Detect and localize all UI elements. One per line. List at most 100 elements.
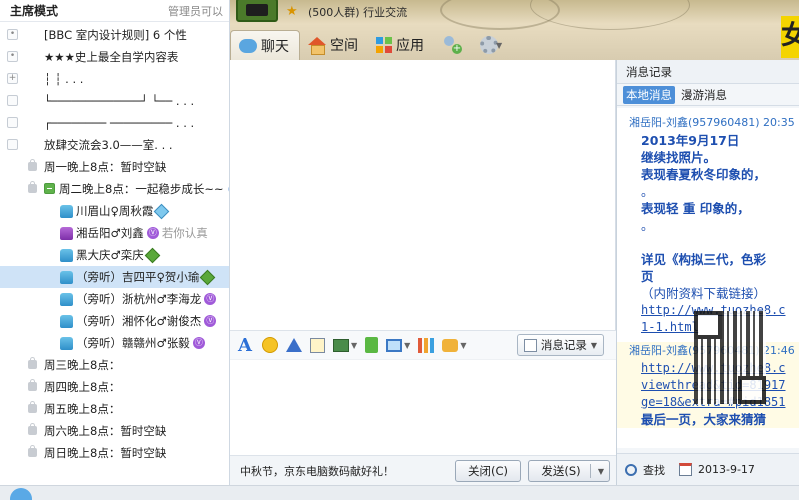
list-item[interactable]: 周一晚上8点：暂时空缺 [0,156,229,178]
emoji-icon[interactable] [262,337,278,353]
message-icon[interactable] [442,338,459,352]
list-item[interactable]: 周五晚上8点： [0,398,229,420]
tab-label: 应用 [396,38,424,54]
list-item[interactable]: • [BBC 室内设计规则] 6 个性 [0,24,229,46]
member-name: 川眉山♀周秋霞 [76,204,154,218]
member-row[interactable]: 湘岳阳♂刘鑫 Ⓥ 若你认真 [0,222,229,244]
member-name: （旁听）赣赣州♂张毅 [76,336,190,350]
note-icon[interactable] [310,337,325,353]
chevron-down-icon[interactable]: ▼ [404,341,410,350]
member-row[interactable]: 川眉山♀周秋霞 [0,200,229,222]
tab-chat[interactable]: 聊天 [230,30,300,60]
row-text: [BBC 室内设计规则] 6 个性 [44,28,187,42]
qq-logo-icon [10,488,32,500]
diamond-badge-icon [200,269,216,285]
member-tree: • [BBC 室内设计规则] 6 个性 • ★★★史上最全自学内容表 + ┆ ┆ . . … [0,24,229,464]
row-text: 周五晚上8点： [44,402,121,416]
tab-label: 空间 [330,38,358,54]
collapse-icon[interactable] [44,183,55,194]
mode-label[interactable]: 主席模式 [10,2,58,19]
tab-add-member[interactable] [434,30,472,60]
row-text: 周四晚上8点： [44,380,121,394]
list-item[interactable]: • ★★★史上最全自学内容表 [0,46,229,68]
chevron-down-icon[interactable]: ▼ [351,341,357,350]
tab-local-messages[interactable]: 本地消息 [623,85,675,104]
star-icon: ★ [286,4,298,19]
member-row[interactable]: 黑大庆♂栾庆 [0,244,229,266]
tab-apps[interactable]: 应用 [368,30,434,60]
image-icon[interactable] [333,338,349,352]
promo-link[interactable]: 中秋节，京东电脑数码献好礼！ [240,463,394,479]
member-row[interactable]: （旁听）湘怀化♂谢俊杰 Ⓥ [0,310,229,332]
banner-ad[interactable]: 女 [781,16,799,58]
vip-icon: Ⓥ [204,293,217,305]
list-item-label: 周六晚上8点：暂时空缺 [44,423,166,439]
chevron-down-icon: ▼ [496,40,503,50]
list-item[interactable]: + ┆ ┆ . . . [0,68,229,90]
member-row[interactable]: （旁听）浙杭州♂李海龙 Ⓥ [0,288,229,310]
calendar-icon[interactable] [679,463,692,476]
font-icon[interactable]: A [236,335,254,356]
member-entry: （旁听）湘怀化♂谢俊杰 Ⓥ [60,313,217,329]
screenshot-icon[interactable] [386,338,403,352]
history-title: 消息记录 [617,60,799,84]
tab-settings[interactable]: ▼ [472,30,512,60]
list-item[interactable]: 周六晚上8点：暂时空缺 [0,420,229,442]
search-label[interactable]: 查找 [643,462,665,478]
member-name: （旁听）吉四平♀贺小瑜 [76,270,200,284]
list-item-label: 周二晚上8点：一起稳步成长~~(7) [44,181,229,197]
shake-icon[interactable] [286,338,302,352]
list-item[interactable]: ┌──────── ───────── . . . [0,112,229,134]
list-item[interactable]: 周二晚上8点：一起稳步成长~~(7) [0,178,229,200]
member-name: （旁听）浙杭州♂李海龙 [76,292,202,306]
admin-label: 管理员可以 [168,4,223,18]
list-item[interactable]: 周日晚上8点：暂时空缺 [0,442,229,464]
message-line: 最后一页，大家来猜猜 [641,412,767,427]
message-line [617,234,799,251]
message-history-button[interactable]: 消息记录 ▼ [516,334,604,356]
search-icon[interactable] [625,463,637,476]
close-button[interactable]: 关闭(C) [455,459,521,482]
list-item-label: └─────────────┘ └── . . . [44,94,194,108]
list-item[interactable]: 放肆交流会3.0——室. . . [0,134,229,156]
row-text: 放肆交流会3.0——室. . . [44,138,173,152]
history-date[interactable]: 2013-9-17 [698,463,755,476]
tab-roaming-messages[interactable]: 漫游消息 [681,87,727,103]
lock-icon [7,95,18,106]
chevron-down-icon[interactable]: ▼ [460,341,466,350]
chevron-down-icon[interactable]: ▼ [598,467,604,476]
avatar-shirt-icon [60,204,73,218]
list-item[interactable]: └─────────────┘ └── . . . [0,90,229,112]
hat-icon [7,139,18,150]
chat-message-area[interactable] [230,60,616,330]
avatar-shirt-icon [60,314,73,328]
tab-space[interactable]: 空间 [300,30,368,60]
member-entry: 湘岳阳♂刘鑫 Ⓥ 若你认真 [60,225,208,241]
apps-grid-icon [376,37,392,53]
list-item[interactable]: 周三晚上8点： [0,354,229,376]
tab-label: 聊天 [261,38,289,55]
chevron-down-icon: ▼ [590,340,597,350]
send-button[interactable]: 发送(S) ▼ [528,459,610,482]
list-item-label: 周日晚上8点：暂时空缺 [44,445,166,461]
message-sender: 湘岳阳-刘鑫(957960481) 20:35 [629,116,795,129]
message-line: 表现轻 重 印象的， [641,201,750,216]
list-item-label: ★★★史上最全自学内容表 [44,49,178,65]
member-signature: 若你认真 [161,226,208,240]
message-input[interactable] [230,360,616,455]
member-panel-header: 主席模式 管理员可以 [0,0,229,22]
row-text: └─────────────┘ └── . . . [44,94,195,108]
history-messages[interactable]: 湘岳阳-刘鑫(957960481) 20:35 2013年9月17日 继续找照片。… [617,108,799,448]
member-row[interactable]: （旁听）赣赣州♂张毅 Ⓥ [0,332,229,354]
music-icon[interactable] [365,337,379,353]
history-panel: 消息记录 本地消息 漫游消息 湘岳阳-刘鑫(957960481) 20:35 2… [616,60,799,485]
chart-icon[interactable] [418,337,435,353]
member-entry: 黑大庆♂栾庆 [60,247,161,263]
member-row[interactable]: （旁听）吉四平♀贺小瑜 [0,266,229,288]
list-item[interactable]: 周四晚上8点： [0,376,229,398]
group-name[interactable]: (500人群) 行业交流 [308,4,407,20]
vip-icon: Ⓥ [204,315,217,327]
group-avatar[interactable] [236,0,278,22]
status-bar [0,485,799,500]
row-text: 周一晚上8点：暂时空缺 [44,160,167,174]
